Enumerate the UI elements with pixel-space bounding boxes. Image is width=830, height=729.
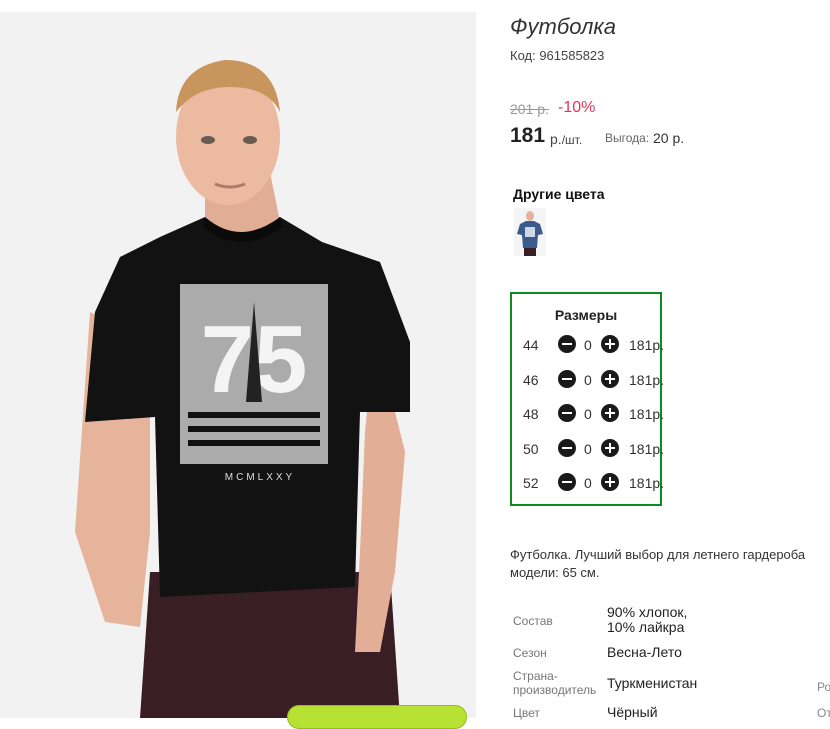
plus-icon[interactable]	[601, 370, 619, 388]
size-price: 181р.	[629, 337, 665, 353]
size-quantity: 0	[584, 372, 592, 388]
size-row-46: 46 0 181р.	[522, 369, 665, 391]
attr-value-composition: 90% хлопок, 10% лайкра	[607, 605, 687, 635]
attr-value-line: 10% лайкра	[607, 619, 685, 635]
attr-label-composition: Состав	[513, 614, 553, 628]
size-price: 181р.	[629, 372, 665, 388]
plus-icon[interactable]	[601, 473, 619, 491]
other-colors-title: Другие цвета	[513, 186, 605, 202]
size-quantity: 0	[584, 337, 592, 353]
sizes-title: Размеры	[554, 307, 618, 323]
description-line: модели: 65 см.	[510, 565, 600, 580]
old-price: 201 р.	[510, 101, 549, 117]
size-row-52: 52 0 181р.	[522, 472, 665, 494]
plus-icon[interactable]	[601, 335, 619, 353]
size-quantity: 0	[584, 406, 592, 422]
attr-label-line: Страна-	[513, 669, 558, 683]
attr-label-season: Сезон	[513, 646, 547, 660]
add-to-cart-button[interactable]	[287, 705, 467, 729]
saving-label: Выгода:	[605, 131, 650, 145]
minus-icon[interactable]	[558, 439, 576, 457]
size-price: 181р.	[629, 441, 665, 457]
minus-icon[interactable]	[558, 335, 576, 353]
product-code: Код: 961585823	[510, 48, 605, 63]
size-row-44: 44 0 181р.	[522, 334, 665, 356]
price-unit: р./шт.	[550, 131, 582, 147]
product-description: Футболка. Лучший выбор для летнего гарде…	[510, 546, 830, 582]
size-label: 52	[523, 475, 539, 491]
print-text: MCMLXXY	[225, 472, 295, 483]
size-row-48: 48 0 181р.	[522, 403, 665, 425]
discount-badge: -10%	[558, 99, 596, 116]
saving-value: 20 р.	[653, 130, 685, 146]
plus-icon[interactable]	[601, 439, 619, 457]
attr-label-country: Страна- производитель	[513, 669, 596, 697]
price-unit-rub: р.	[550, 131, 562, 147]
size-row-50: 50 0 181р.	[522, 438, 665, 460]
attr-value-season: Весна-Лето	[607, 644, 682, 660]
current-price: 181	[510, 124, 546, 147]
size-label: 50	[523, 441, 539, 457]
size-price: 181р.	[629, 406, 665, 422]
attr-value-country: Туркменистан	[607, 675, 698, 691]
attr-value-line: 90% хлопок,	[607, 604, 688, 620]
description-line: Футболка. Лучший выбор для летнего гарде…	[510, 547, 806, 562]
size-quantity: 0	[584, 441, 592, 457]
size-price: 181р.	[629, 475, 665, 491]
color-swatch-blue[interactable]	[514, 208, 546, 256]
product-title: Футболка	[510, 14, 616, 39]
size-label: 46	[523, 372, 539, 388]
size-quantity: 0	[584, 475, 592, 491]
minus-icon[interactable]	[558, 404, 576, 422]
edge-text: Ро	[817, 680, 830, 694]
attr-label-line: производитель	[513, 683, 597, 697]
product-photo[interactable]: 75 MCMLXXY	[0, 12, 476, 718]
minus-icon[interactable]	[558, 370, 576, 388]
minus-icon[interactable]	[558, 473, 576, 491]
plus-icon[interactable]	[601, 404, 619, 422]
size-label: 48	[523, 406, 539, 422]
size-label: 44	[523, 337, 539, 353]
price-unit-per: /шт.	[561, 133, 583, 147]
sizes-panel: Размеры 44 0 181р. 46 0 181р. 48 0 181р.…	[510, 292, 665, 506]
